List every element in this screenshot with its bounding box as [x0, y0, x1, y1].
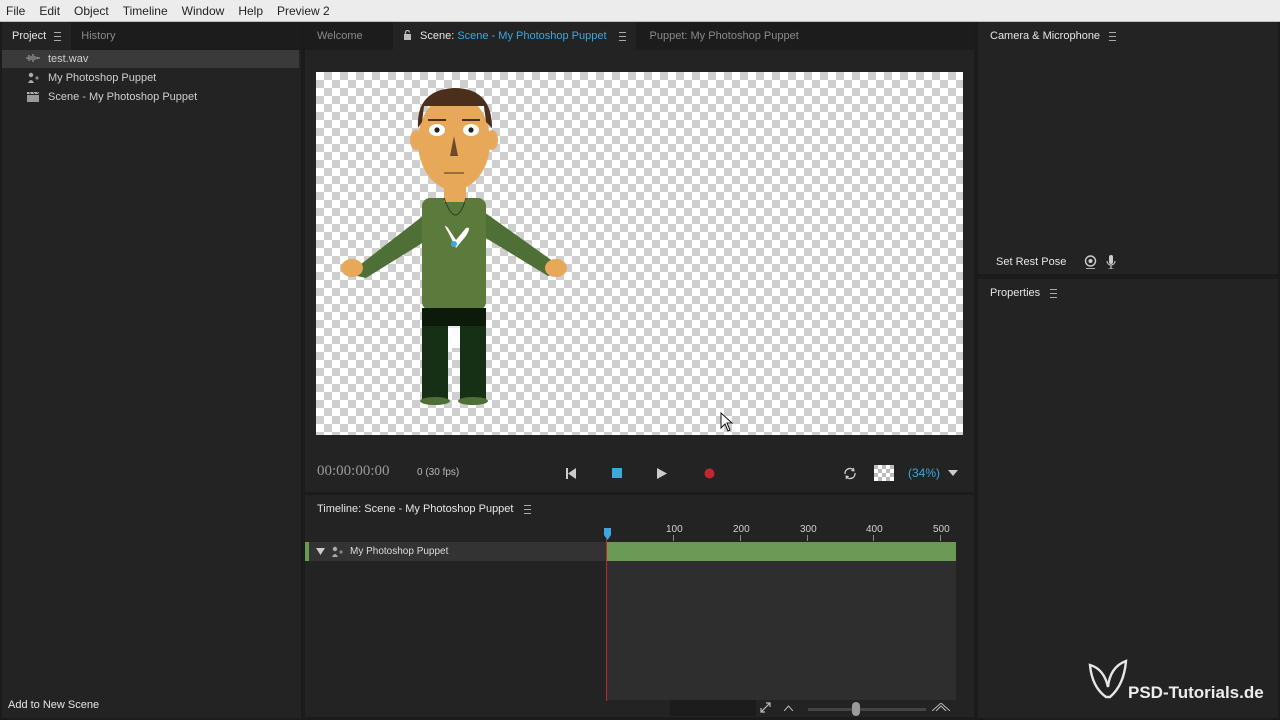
play-icon [657, 467, 667, 479]
timeline-ruler[interactable] [607, 519, 957, 543]
scene-viewport[interactable] [316, 72, 963, 435]
scene-menu-icon[interactable] [618, 31, 626, 41]
ruler-label-400: 400 [866, 524, 883, 535]
transport-bar: 00:00:00:00 0 (30 fps) (34%) [306, 455, 974, 491]
ruler-tick [807, 535, 808, 541]
fit-timeline-icon[interactable] [760, 702, 771, 713]
track-clip[interactable] [606, 542, 956, 561]
project-item-scene[interactable]: Scene - My Photoshop Puppet [2, 88, 299, 106]
loop-button[interactable] [840, 463, 860, 483]
tab-puppet[interactable]: Puppet: My Photoshop Puppet [640, 22, 809, 50]
ruler-tick [740, 535, 741, 541]
menu-object[interactable]: Object [74, 4, 109, 18]
playhead-marker-icon[interactable] [604, 528, 611, 540]
project-tab-row: Project History [2, 22, 301, 50]
tab-scene[interactable]: Scene: Scene - My Photoshop Puppet [393, 22, 636, 50]
add-to-new-scene-button[interactable]: Add to New Scene [8, 699, 99, 711]
ruler-label-300: 300 [800, 524, 817, 535]
ruler-label-100: 100 [666, 524, 683, 535]
audio-waveform-icon [26, 53, 40, 65]
zoom-level[interactable]: (34%) [908, 466, 940, 480]
tab-scene-name: Scene - My Photoshop Puppet [457, 30, 607, 42]
zoom-dropdown[interactable] [943, 463, 963, 483]
track-header[interactable]: My Photoshop Puppet [305, 542, 610, 561]
stop-button[interactable] [607, 463, 627, 483]
project-menu-icon[interactable] [54, 31, 62, 41]
properties-title: Properties [990, 287, 1058, 299]
scene-tab-row: Welcome Scene: Scene - My Photoshop Pupp… [305, 22, 974, 50]
timeline-menu-icon[interactable] [524, 504, 532, 514]
watermark-text: PSD-Tutorials.de [1128, 683, 1264, 702]
camera-panel-title: Camera & Microphone [990, 30, 1117, 42]
menu-preview[interactable]: Preview 2 [277, 4, 330, 18]
ruler-tick [673, 535, 674, 541]
project-item-label: test.wav [48, 53, 89, 65]
properties-title-label: Properties [990, 287, 1041, 299]
track-area [606, 542, 956, 700]
camera-menu-icon[interactable] [1109, 31, 1117, 41]
timeline-panel: Timeline: Scene - My Photoshop Puppet 10… [305, 495, 974, 717]
project-item-test-wav[interactable]: test.wav [2, 50, 299, 68]
microphone-icon[interactable] [1106, 255, 1116, 269]
record-button[interactable] [699, 463, 719, 483]
play-button[interactable] [652, 463, 672, 483]
ruler-label-200: 200 [733, 524, 750, 535]
ruler-tick [940, 535, 941, 541]
mouse-cursor-icon [720, 412, 734, 432]
lock-icon[interactable] [403, 29, 412, 43]
transparency-toggle[interactable] [873, 463, 895, 483]
puppet-character [341, 88, 567, 405]
webcam-icon[interactable] [1084, 255, 1097, 269]
project-item-label: My Photoshop Puppet [48, 72, 157, 84]
camera-microphone-panel: Camera & Microphone Set Rest Pose [978, 22, 1278, 274]
tab-project[interactable]: Project [2, 22, 72, 50]
zoom-out-icon[interactable] [784, 705, 793, 711]
timeline-zoom-slider[interactable] [808, 708, 926, 711]
butterfly-logo-icon [1088, 659, 1128, 699]
stop-icon [612, 468, 622, 478]
project-item-puppet[interactable]: My Photoshop Puppet [2, 69, 299, 87]
menu-window[interactable]: Window [182, 4, 225, 18]
ruler-label-500: 500 [933, 524, 950, 535]
tab-history[interactable]: History [71, 22, 125, 50]
menu-help[interactable]: Help [238, 4, 263, 18]
set-rest-pose-label: Set Rest Pose [996, 256, 1067, 268]
tab-welcome-label: Welcome [317, 30, 363, 42]
project-item-label: Scene - My Photoshop Puppet [48, 91, 198, 103]
skip-back-icon [566, 467, 576, 479]
menu-file[interactable]: File [6, 4, 25, 18]
project-panel: Project History [2, 22, 301, 718]
loop-icon [844, 467, 856, 479]
puppet-icon [332, 546, 343, 557]
frame-readout: 0 (30 fps) [417, 467, 460, 478]
checkerboard-icon [874, 465, 894, 481]
tab-scene-prefix: Scene: [420, 30, 455, 42]
tab-puppet-label: Puppet: My Photoshop Puppet [649, 30, 799, 42]
zoom-in-icon[interactable] [932, 703, 950, 711]
timecode[interactable]: 00:00:00:00 [317, 463, 390, 480]
menu-bar: File Edit Object Timeline Window Help Pr… [0, 0, 1280, 22]
disclosure-triangle-icon[interactable] [316, 548, 325, 555]
tab-welcome[interactable]: Welcome [305, 22, 387, 50]
timeline-title-label: Timeline: Scene - My Photoshop Puppet [317, 503, 514, 515]
track-label: My Photoshop Puppet [350, 546, 449, 557]
scene-clapper-icon [26, 91, 40, 103]
properties-menu-icon[interactable] [1050, 288, 1058, 298]
set-rest-pose-button[interactable]: Set Rest Pose [996, 256, 1066, 268]
puppet-icon [26, 72, 40, 84]
tab-history-label: History [81, 30, 116, 42]
tab-project-label: Project [12, 30, 47, 42]
ruler-tick [873, 535, 874, 541]
timeline-scrollbar[interactable] [670, 700, 756, 716]
timeline-zoom-thumb[interactable] [852, 702, 860, 716]
go-to-start-button[interactable] [561, 463, 581, 483]
camera-panel-title-label: Camera & Microphone [990, 30, 1101, 42]
record-icon [704, 468, 714, 478]
chevron-down-icon [948, 470, 958, 476]
playhead-line [606, 539, 607, 701]
menu-edit[interactable]: Edit [39, 4, 60, 18]
properties-panel: Properties PSD-Tutorials.de [978, 279, 1278, 718]
timeline-title: Timeline: Scene - My Photoshop Puppet [317, 503, 532, 515]
menu-timeline[interactable]: Timeline [123, 4, 168, 18]
